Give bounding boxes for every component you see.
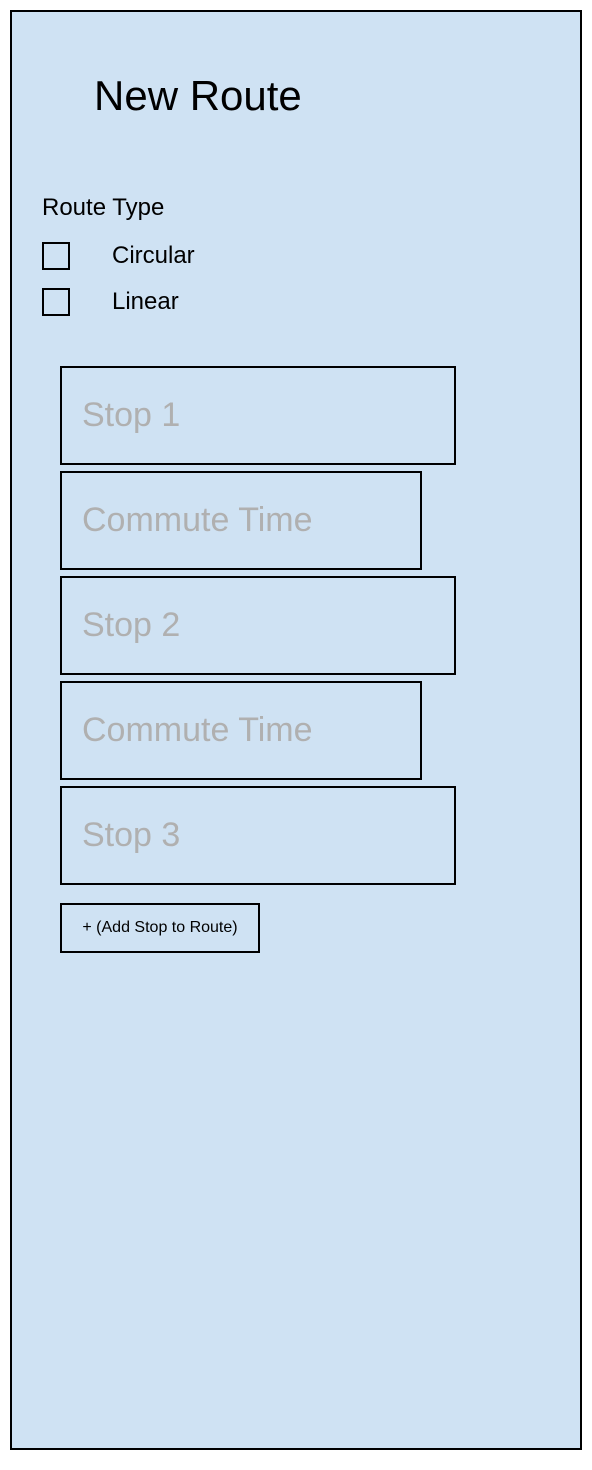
- commute-time-2-input[interactable]: Commute Time: [60, 681, 422, 780]
- add-stop-button[interactable]: + (Add Stop to Route): [60, 903, 260, 953]
- route-type-option-linear[interactable]: Linear: [42, 288, 179, 316]
- route-type-label: Route Type: [42, 194, 164, 222]
- new-route-panel: New Route Route Type Circular Linear Sto…: [10, 10, 582, 1450]
- checkbox-label-linear: Linear: [112, 288, 179, 316]
- stops-container: Stop 1 Commute Time Stop 2 Commute Time …: [60, 366, 456, 953]
- checkbox-circular[interactable]: [42, 242, 70, 270]
- route-type-option-circular[interactable]: Circular: [42, 242, 195, 270]
- checkbox-linear[interactable]: [42, 288, 70, 316]
- stop-3-input[interactable]: Stop 3: [60, 786, 456, 885]
- commute-time-1-input[interactable]: Commute Time: [60, 471, 422, 570]
- stop-2-input[interactable]: Stop 2: [60, 576, 456, 675]
- stop-1-input[interactable]: Stop 1: [60, 366, 456, 465]
- page-title: New Route: [94, 72, 302, 120]
- checkbox-label-circular: Circular: [112, 242, 195, 270]
